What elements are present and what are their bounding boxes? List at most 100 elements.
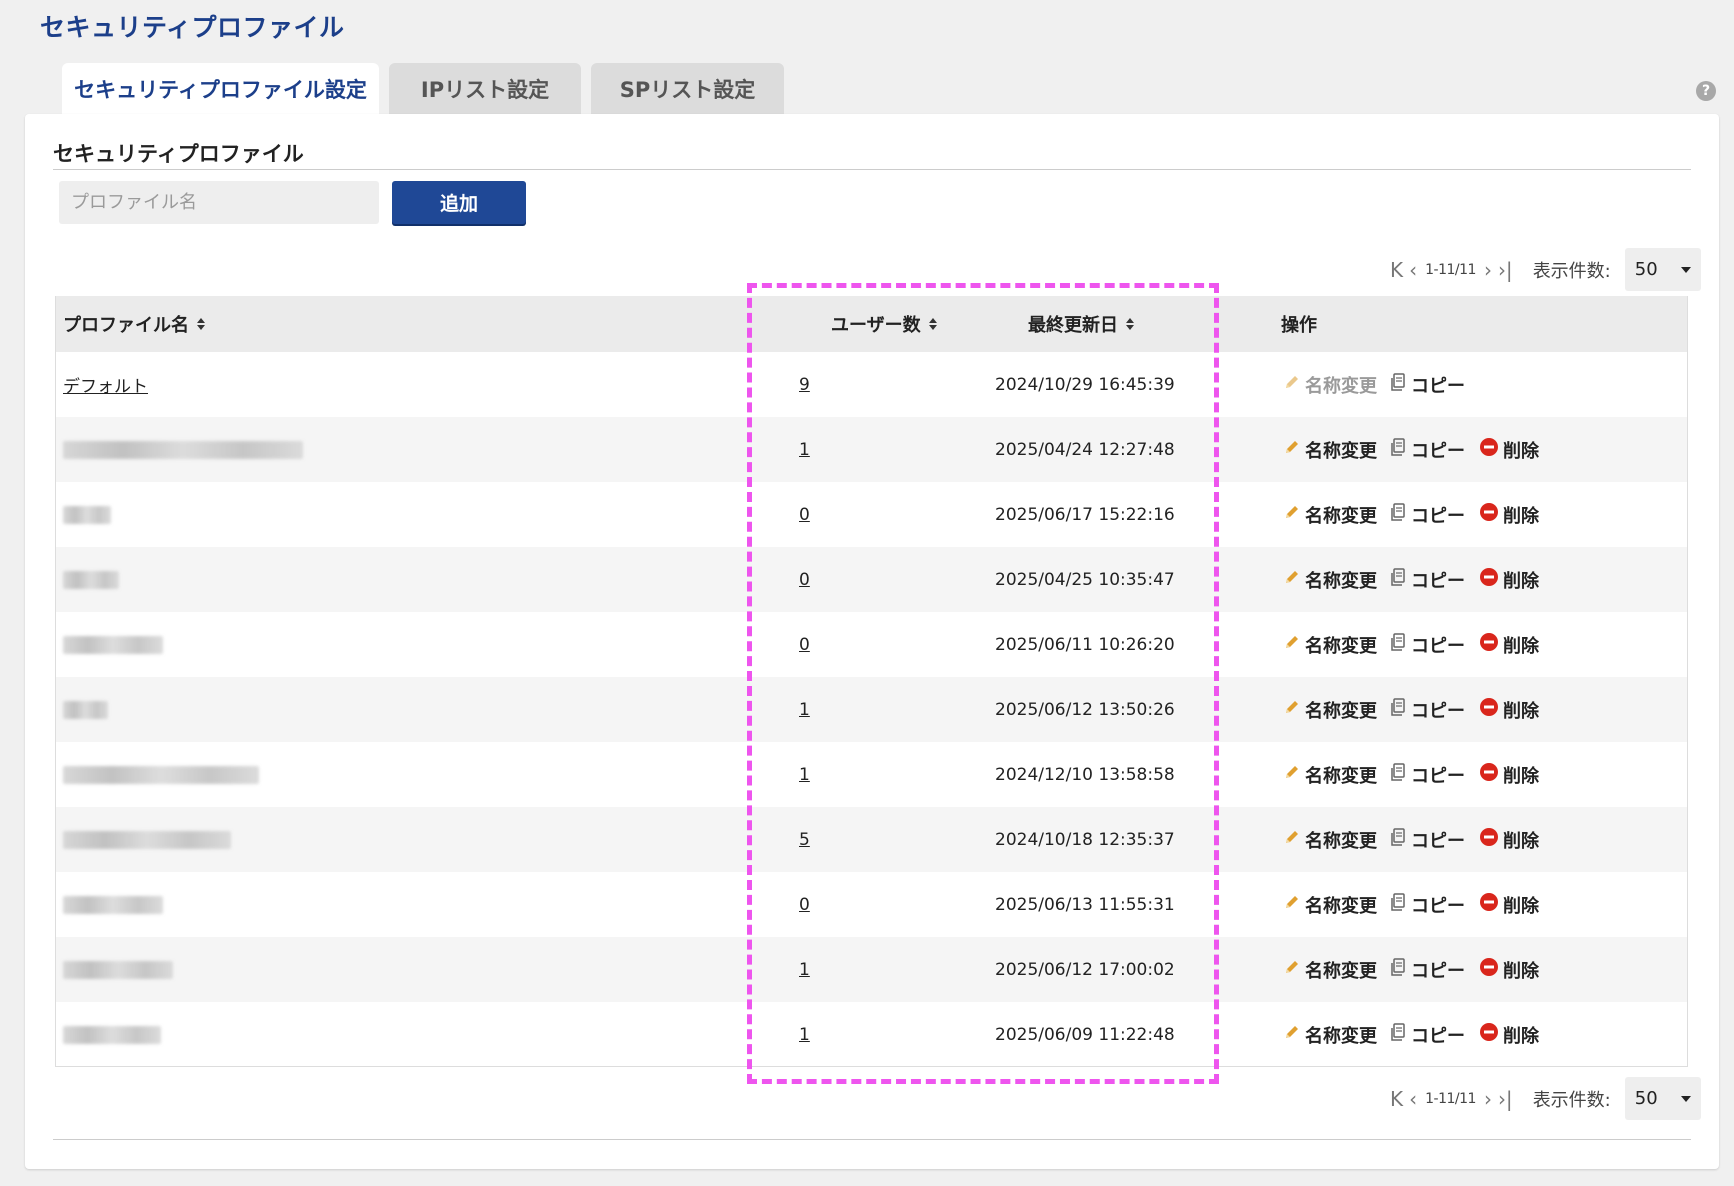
redacted-profile-name[interactable]	[63, 1025, 161, 1044]
add-button[interactable]: 追加	[392, 181, 526, 224]
redacted-profile-name[interactable]	[63, 505, 111, 524]
copy-button[interactable]: コピー	[1391, 762, 1465, 788]
copy-button[interactable]: コピー	[1391, 502, 1465, 528]
rename-label: 名称変更	[1305, 570, 1377, 592]
last-page-icon[interactable]: ›|	[1498, 260, 1513, 280]
rename-button[interactable]: 名称変更	[1283, 827, 1377, 853]
user-count-link[interactable]: 0	[799, 505, 810, 525]
copy-label: コピー	[1411, 765, 1465, 787]
user-count-cell: 0	[799, 482, 810, 547]
user-count-cell: 1	[799, 742, 810, 807]
copy-button[interactable]: コピー	[1391, 957, 1465, 983]
help-icon[interactable]: ?	[1696, 81, 1716, 101]
sort-icon[interactable]	[197, 318, 205, 330]
rename-label: 名称変更	[1305, 440, 1377, 462]
first-page-icon[interactable]: K	[1390, 1089, 1403, 1109]
profile-table: プロファイル名 ユーザー数 最終更新日 操作 デフォルト 9 2024/10/29 …	[55, 296, 1688, 1067]
tab-ip-list-settings[interactable]: IPリスト設定	[389, 63, 581, 115]
delete-button[interactable]: 削除	[1479, 827, 1539, 853]
user-count-link[interactable]: 0	[799, 895, 810, 915]
user-count-link[interactable]: 9	[799, 375, 810, 395]
delete-button[interactable]: 削除	[1479, 632, 1539, 658]
redacted-profile-name[interactable]	[63, 635, 163, 654]
pencil-icon	[1283, 763, 1305, 786]
delete-button[interactable]: 削除	[1479, 892, 1539, 918]
next-page-icon[interactable]: ›	[1484, 1089, 1492, 1109]
rename-button[interactable]: 名称変更	[1283, 502, 1377, 528]
delete-button[interactable]: 削除	[1479, 697, 1539, 723]
copy-button[interactable]: コピー	[1391, 437, 1465, 463]
delete-label: 削除	[1503, 570, 1539, 592]
copy-button[interactable]: コピー	[1391, 632, 1465, 658]
column-header-updated[interactable]: 最終更新日	[1028, 296, 1134, 352]
first-page-icon[interactable]: K	[1390, 260, 1403, 280]
delete-icon	[1479, 827, 1503, 852]
redacted-profile-name[interactable]	[63, 440, 303, 459]
last-page-icon[interactable]: ›|	[1498, 1089, 1513, 1109]
sort-icon[interactable]	[1126, 318, 1134, 330]
delete-button[interactable]: 削除	[1479, 567, 1539, 593]
rename-button[interactable]: 名称変更	[1283, 697, 1377, 723]
copy-button[interactable]: コピー	[1391, 372, 1465, 398]
delete-button[interactable]: 削除	[1479, 502, 1539, 528]
delete-button[interactable]: 削除	[1479, 1022, 1539, 1048]
copy-button[interactable]: コピー	[1391, 827, 1465, 853]
column-header-name[interactable]: プロファイル名	[63, 296, 205, 352]
redacted-profile-name[interactable]	[63, 570, 119, 589]
copy-label: コピー	[1411, 635, 1465, 657]
delete-label: 削除	[1503, 700, 1539, 722]
copy-label: コピー	[1411, 1025, 1465, 1047]
copy-icon	[1391, 828, 1411, 851]
profile-name-link[interactable]: デフォルト	[63, 372, 148, 397]
per-page-select[interactable]: 50	[1624, 248, 1701, 291]
operations-cell: 名称変更 コピー 削除	[1283, 417, 1553, 482]
operations-cell: 名称変更 コピー	[1283, 352, 1479, 417]
delete-label: 削除	[1503, 830, 1539, 852]
next-page-icon[interactable]: ›	[1484, 260, 1492, 280]
user-count-cell: 9	[799, 352, 810, 417]
rename-button[interactable]: 名称変更	[1283, 892, 1377, 918]
table-row: 1 2025/06/12 17:00:02 名称変更 コピー 削除	[56, 937, 1687, 1002]
tab-security-profile-settings[interactable]: セキュリティプロファイル設定	[62, 63, 379, 115]
redacted-profile-name[interactable]	[63, 700, 108, 719]
rename-button[interactable]: 名称変更	[1283, 957, 1377, 983]
copy-button[interactable]: コピー	[1391, 1022, 1465, 1048]
operations-cell: 名称変更 コピー 削除	[1283, 1002, 1553, 1067]
redacted-profile-name[interactable]	[63, 960, 173, 979]
delete-button[interactable]: 削除	[1479, 762, 1539, 788]
profile-name-input[interactable]	[59, 181, 379, 224]
column-header-users[interactable]: ユーザー数	[831, 296, 937, 352]
redacted-profile-name[interactable]	[63, 830, 231, 849]
rename-button[interactable]: 名称変更	[1283, 632, 1377, 658]
prev-page-icon[interactable]: ‹	[1409, 1089, 1417, 1109]
user-count-link[interactable]: 0	[799, 635, 810, 655]
user-count-link[interactable]: 1	[799, 440, 810, 460]
copy-icon	[1391, 568, 1411, 591]
copy-button[interactable]: コピー	[1391, 567, 1465, 593]
rename-label: 名称変更	[1305, 830, 1377, 852]
delete-button[interactable]: 削除	[1479, 437, 1539, 463]
user-count-link[interactable]: 1	[799, 960, 810, 980]
delete-icon	[1479, 632, 1503, 657]
per-page-select[interactable]: 50	[1624, 1077, 1701, 1120]
user-count-link[interactable]: 0	[799, 570, 810, 590]
copy-button[interactable]: コピー	[1391, 892, 1465, 918]
user-count-link[interactable]: 5	[799, 830, 810, 850]
rename-button[interactable]: 名称変更	[1283, 762, 1377, 788]
tab-sp-list-settings[interactable]: SPリスト設定	[591, 63, 784, 115]
prev-page-icon[interactable]: ‹	[1409, 260, 1417, 280]
redacted-profile-name[interactable]	[63, 895, 163, 914]
user-count-link[interactable]: 1	[799, 1025, 810, 1045]
user-count-link[interactable]: 1	[799, 765, 810, 785]
rename-button[interactable]: 名称変更	[1283, 1022, 1377, 1048]
copy-button[interactable]: コピー	[1391, 697, 1465, 723]
updated-date: 2025/06/13 11:55:31	[995, 894, 1175, 915]
rename-button[interactable]: 名称変更	[1283, 437, 1377, 463]
table-row: 0 2025/06/11 10:26:20 名称変更 コピー 削除	[56, 612, 1687, 677]
redacted-profile-name[interactable]	[63, 765, 259, 784]
copy-icon	[1391, 698, 1411, 721]
user-count-link[interactable]: 1	[799, 700, 810, 720]
delete-button[interactable]: 削除	[1479, 957, 1539, 983]
sort-icon[interactable]	[928, 318, 937, 330]
rename-button[interactable]: 名称変更	[1283, 567, 1377, 593]
